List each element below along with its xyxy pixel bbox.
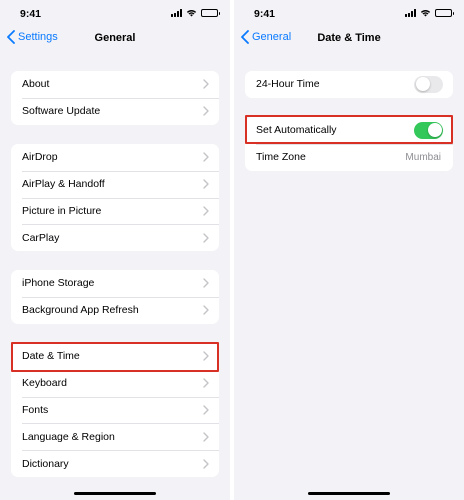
wifi-icon — [420, 10, 431, 17]
row-label: Keyboard — [22, 377, 67, 390]
battery-icon — [435, 9, 454, 17]
status-time: 9:41 — [20, 8, 42, 20]
row-carplay[interactable]: CarPlay — [11, 224, 219, 251]
row-label: About — [22, 78, 50, 91]
set-automatically-toggle[interactable] — [414, 121, 443, 139]
signal-icon — [171, 9, 182, 17]
general-screen: 9:41 Settings General About Software Upd… — [0, 0, 230, 500]
row-airdrop[interactable]: AirDrop — [11, 144, 219, 171]
wifi-icon — [186, 10, 197, 17]
24-hour-time-toggle[interactable] — [414, 75, 443, 93]
settings-group-time-zone: Set Automatically Time Zone Mumbai — [245, 117, 453, 171]
navigation-bar: General Date & Time — [234, 26, 464, 52]
row-about[interactable]: About — [11, 71, 219, 98]
chevron-right-icon — [203, 378, 209, 388]
chevron-right-icon — [203, 233, 209, 243]
row-time-zone[interactable]: Time Zone Mumbai — [245, 143, 453, 171]
row-label: AirPlay & Handoff — [22, 178, 105, 191]
row-label: iPhone Storage — [22, 277, 95, 290]
back-button[interactable]: Settings — [6, 30, 58, 44]
row-fonts[interactable]: Fonts — [11, 396, 219, 424]
settings-group-locale: Date & Time Keyboard Fonts Language & Re… — [11, 343, 219, 477]
row-label: Date & Time — [22, 350, 80, 363]
date-time-screen: 9:41 General Date & Time 24-Hour Time Se… — [234, 0, 464, 500]
chevron-right-icon — [203, 432, 209, 442]
chevron-right-icon — [203, 79, 209, 90]
back-chevron-icon — [7, 30, 15, 44]
row-label: CarPlay — [22, 231, 60, 244]
settings-group-storage: iPhone Storage Background App Refresh — [11, 270, 219, 324]
row-label: Language & Region — [22, 430, 115, 443]
chevron-right-icon — [203, 278, 209, 289]
status-bar: 9:41 — [0, 0, 230, 26]
row-label: Set Automatically — [256, 124, 337, 137]
row-label: Background App Refresh — [22, 304, 139, 317]
row-software-update[interactable]: Software Update — [11, 97, 219, 125]
back-chevron-icon — [241, 30, 249, 44]
row-date-time[interactable]: Date & Time — [11, 343, 219, 370]
home-indicator — [74, 492, 156, 495]
row-iphone-storage[interactable]: iPhone Storage — [11, 270, 219, 297]
back-label: Settings — [18, 31, 58, 43]
chevron-right-icon — [203, 179, 209, 189]
settings-group-about: About Software Update — [11, 71, 219, 125]
row-picture-in-picture[interactable]: Picture in Picture — [11, 197, 219, 225]
back-label: General — [252, 31, 292, 43]
row-label: Picture in Picture — [22, 204, 102, 217]
chevron-right-icon — [203, 152, 209, 163]
row-label: Time Zone — [256, 151, 306, 164]
chevron-right-icon — [203, 405, 209, 415]
chevron-right-icon — [203, 305, 209, 315]
toggle-knob — [415, 77, 430, 92]
chevron-right-icon — [203, 106, 209, 116]
chevron-right-icon — [203, 351, 209, 362]
back-button[interactable]: General — [240, 30, 291, 44]
settings-group-hour-format: 24-Hour Time — [245, 71, 453, 98]
row-label: Dictionary — [22, 457, 69, 470]
navigation-bar: Settings General — [0, 26, 230, 52]
row-background-app-refresh[interactable]: Background App Refresh — [11, 296, 219, 324]
time-zone-value: Mumbai — [405, 151, 441, 163]
status-bar: 9:41 — [234, 0, 464, 26]
settings-group-connectivity: AirDrop AirPlay & Handoff Picture in Pic… — [11, 144, 219, 252]
row-dictionary[interactable]: Dictionary — [11, 450, 219, 477]
chevron-right-icon — [203, 458, 209, 469]
status-time: 9:41 — [254, 8, 276, 20]
toggle-knob — [427, 123, 442, 138]
status-icons — [405, 9, 454, 17]
row-keyboard[interactable]: Keyboard — [11, 369, 219, 397]
row-airplay-handoff[interactable]: AirPlay & Handoff — [11, 170, 219, 198]
chevron-right-icon — [203, 206, 209, 216]
row-label: 24-Hour Time — [256, 78, 320, 91]
signal-icon — [405, 9, 416, 17]
battery-icon — [201, 9, 220, 17]
row-24-hour-time: 24-Hour Time — [245, 71, 453, 98]
row-label: Fonts — [22, 403, 49, 416]
status-icons — [171, 9, 220, 17]
row-language-region[interactable]: Language & Region — [11, 423, 219, 450]
row-label: AirDrop — [22, 151, 58, 164]
home-indicator — [308, 492, 390, 495]
row-set-automatically: Set Automatically — [245, 117, 453, 144]
row-label: Software Update — [22, 105, 101, 118]
